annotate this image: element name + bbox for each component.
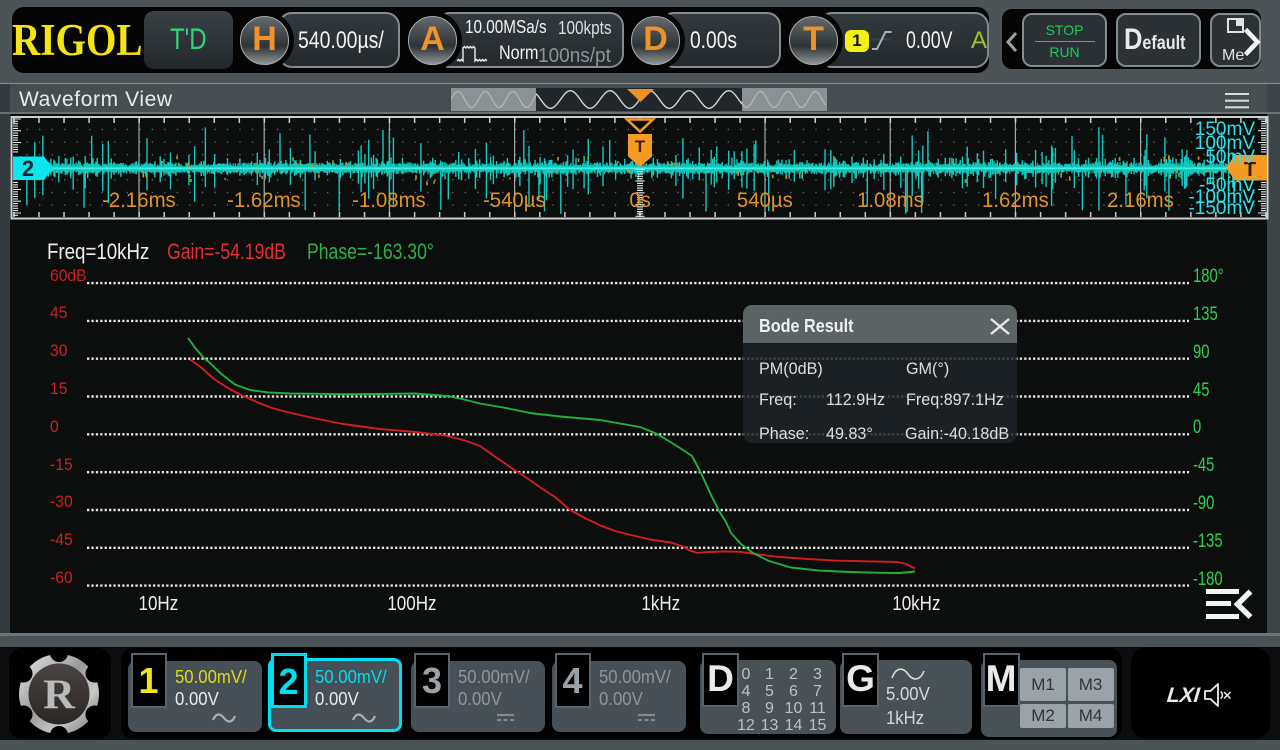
svg-text:R: R [43,672,76,718]
